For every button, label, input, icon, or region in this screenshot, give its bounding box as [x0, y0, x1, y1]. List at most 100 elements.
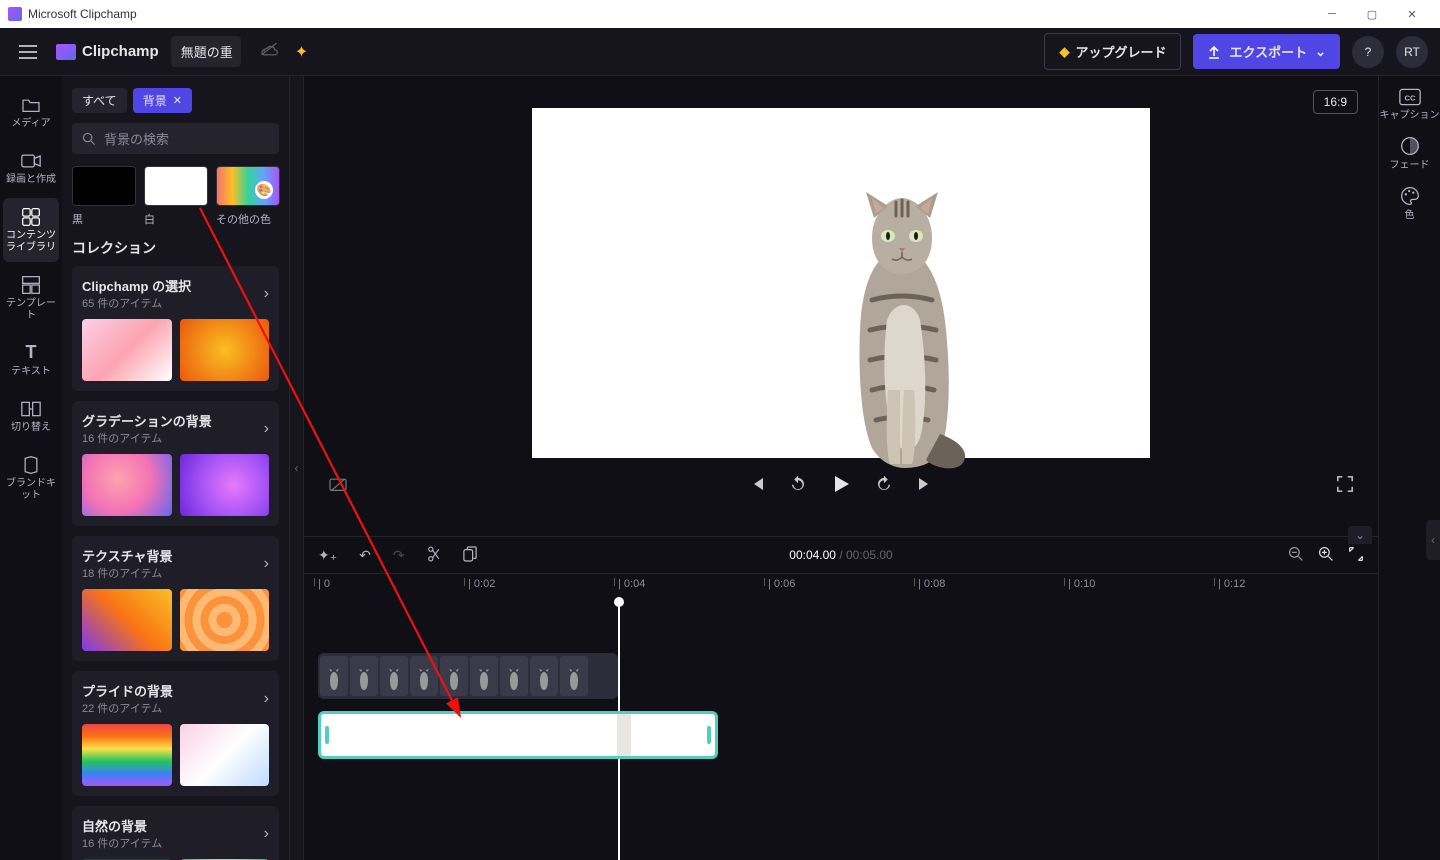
timeline: ✦₊ ↶ ↷ 00:04.00 / 00:05.00 | 0 | 0:02 | … [304, 536, 1378, 860]
library-icon [21, 207, 41, 227]
forward-button[interactable] [875, 475, 893, 493]
background-clip[interactable] [318, 711, 718, 759]
timeline-tracks[interactable] [304, 601, 1378, 860]
help-button[interactable]: ? [1352, 36, 1384, 68]
zoom-fit-button[interactable] [1348, 546, 1364, 565]
captions-icon: CC [1399, 88, 1421, 106]
sparkle-icon: ✦ [295, 42, 308, 62]
video-clip[interactable] [318, 653, 618, 699]
right-rail: CC キャプション フェード 色 ‹ [1378, 76, 1440, 860]
thumb[interactable] [180, 454, 270, 516]
zoom-out-button[interactable] [1288, 546, 1304, 565]
cloud-off-icon [259, 41, 279, 62]
folder-icon [21, 97, 41, 113]
thumb[interactable] [82, 589, 172, 651]
brand-label: Clipchamp [82, 43, 159, 60]
collection-nature[interactable]: 自然の背景 16 件のアイテム › [72, 806, 279, 860]
window-controls: ─ ▢ ✕ [1312, 0, 1432, 28]
nav-text[interactable]: T テキスト [3, 334, 59, 386]
playback-controls [304, 474, 1378, 494]
export-label: エクスポート [1229, 42, 1307, 61]
palette-icon: 🎨 [255, 181, 273, 199]
menu-button[interactable] [12, 36, 44, 68]
timeline-ruler[interactable]: | 0 | 0:02 | 0:04 | 0:06 | 0:08 | 0:10 |… [304, 573, 1378, 601]
collection-textures[interactable]: テクスチャ背景 18 件のアイテム › [72, 536, 279, 661]
app-header: Clipchamp 無題の重 ✦ ◆ アップグレード エクスポート ⌄ ? RT [0, 28, 1440, 76]
left-nav: メディア 録画と作成 コンテンツライブラリ テンプレート T テキスト 切り替え… [0, 76, 62, 860]
svg-text:CC: CC [1404, 93, 1415, 102]
close-icon[interactable]: ✕ [173, 94, 182, 107]
color-white[interactable]: 白 [144, 166, 208, 228]
aspect-ratio-button[interactable]: 16:9 [1313, 90, 1358, 114]
palette-icon [1400, 186, 1420, 206]
text-icon: T [20, 342, 42, 364]
chevron-down-icon: ⌄ [1315, 44, 1326, 60]
export-button[interactable]: エクスポート ⌄ [1193, 34, 1340, 69]
search-input[interactable]: 背景の検索 [72, 123, 279, 154]
chevron-right-icon[interactable]: › [264, 285, 269, 303]
screenshot-icon[interactable] [328, 476, 348, 492]
upgrade-button[interactable]: ◆ アップグレード [1044, 33, 1181, 70]
cat-image [822, 190, 982, 470]
captions-button[interactable]: CC キャプション [1380, 88, 1440, 122]
chevron-right-icon[interactable]: › [264, 555, 269, 573]
minimize-button[interactable]: ─ [1312, 0, 1352, 28]
close-button[interactable]: ✕ [1392, 0, 1432, 28]
nav-record[interactable]: 録画と作成 [3, 142, 59, 194]
nav-content-library[interactable]: コンテンツライブラリ [3, 198, 59, 262]
fade-icon [1400, 136, 1420, 156]
chevron-left-icon: ‹ [295, 461, 299, 475]
thumb[interactable] [180, 724, 270, 786]
transition-icon [21, 401, 41, 417]
chevron-right-icon[interactable]: › [264, 420, 269, 438]
thumb[interactable] [82, 724, 172, 786]
brand-icon [56, 44, 76, 60]
preview-canvas[interactable] [532, 108, 1150, 458]
maximize-button[interactable]: ▢ [1352, 0, 1392, 28]
fullscreen-button[interactable] [1336, 475, 1354, 493]
time-display: 00:04.00 / 00:05.00 [789, 548, 892, 562]
collection-gradients[interactable]: グラデーションの背景 16 件のアイテム › [72, 401, 279, 526]
nav-brandkit[interactable]: ブランドキット [3, 446, 59, 510]
thumb[interactable] [82, 319, 172, 381]
chip-all[interactable]: すべて [72, 88, 127, 113]
side-panel: すべて 背景 ✕ 背景の検索 黒 白 🎨 その他の色 [62, 76, 290, 860]
avatar[interactable]: RT [1396, 36, 1428, 68]
collections-heading: コレクション [72, 238, 279, 258]
color-button[interactable]: 色 [1400, 186, 1420, 222]
nav-templates[interactable]: テンプレート [3, 266, 59, 330]
split-button[interactable] [427, 546, 441, 565]
hamburger-icon [19, 45, 37, 59]
thumb[interactable] [82, 454, 172, 516]
chevron-right-icon[interactable]: › [264, 690, 269, 708]
zoom-in-button[interactable] [1318, 546, 1334, 565]
redo-button[interactable]: ↷ [393, 547, 405, 564]
app-icon [8, 7, 22, 21]
nav-media[interactable]: メディア [3, 86, 59, 138]
magic-button[interactable]: ✦₊ [318, 547, 337, 564]
collection-clipchamp-picks[interactable]: Clipchamp の選択 65 件のアイテム › [72, 266, 279, 391]
copy-button[interactable] [463, 546, 477, 565]
thumb[interactable] [180, 589, 270, 651]
panel-collapse-handle[interactable]: ‹ [290, 76, 304, 860]
rewind-button[interactable] [789, 475, 807, 493]
chip-background[interactable]: 背景 ✕ [133, 88, 192, 113]
skip-forward-button[interactable] [917, 476, 933, 492]
fade-button[interactable]: フェード [1390, 136, 1430, 172]
chevron-right-icon[interactable]: › [264, 825, 269, 843]
chevron-left-icon: ‹ [1431, 533, 1435, 547]
collection-pride[interactable]: プライドの背景 22 件のアイテム › [72, 671, 279, 796]
color-other[interactable]: 🎨 その他の色 [216, 166, 280, 228]
search-icon [82, 132, 96, 146]
thumb[interactable] [180, 319, 270, 381]
nav-transitions[interactable]: 切り替え [3, 390, 59, 442]
undo-button[interactable]: ↶ [359, 547, 371, 564]
project-title-input[interactable]: 無題の重 [171, 36, 241, 67]
play-button[interactable] [831, 474, 851, 494]
color-swatches: 黒 白 🎨 その他の色 [72, 166, 279, 228]
timeline-toolbar: ✦₊ ↶ ↷ 00:04.00 / 00:05.00 [304, 537, 1378, 573]
brand: Clipchamp [56, 43, 159, 60]
skip-back-button[interactable] [749, 476, 765, 492]
color-black[interactable]: 黒 [72, 166, 136, 228]
right-panel-expand[interactable]: ‹ [1426, 520, 1440, 560]
